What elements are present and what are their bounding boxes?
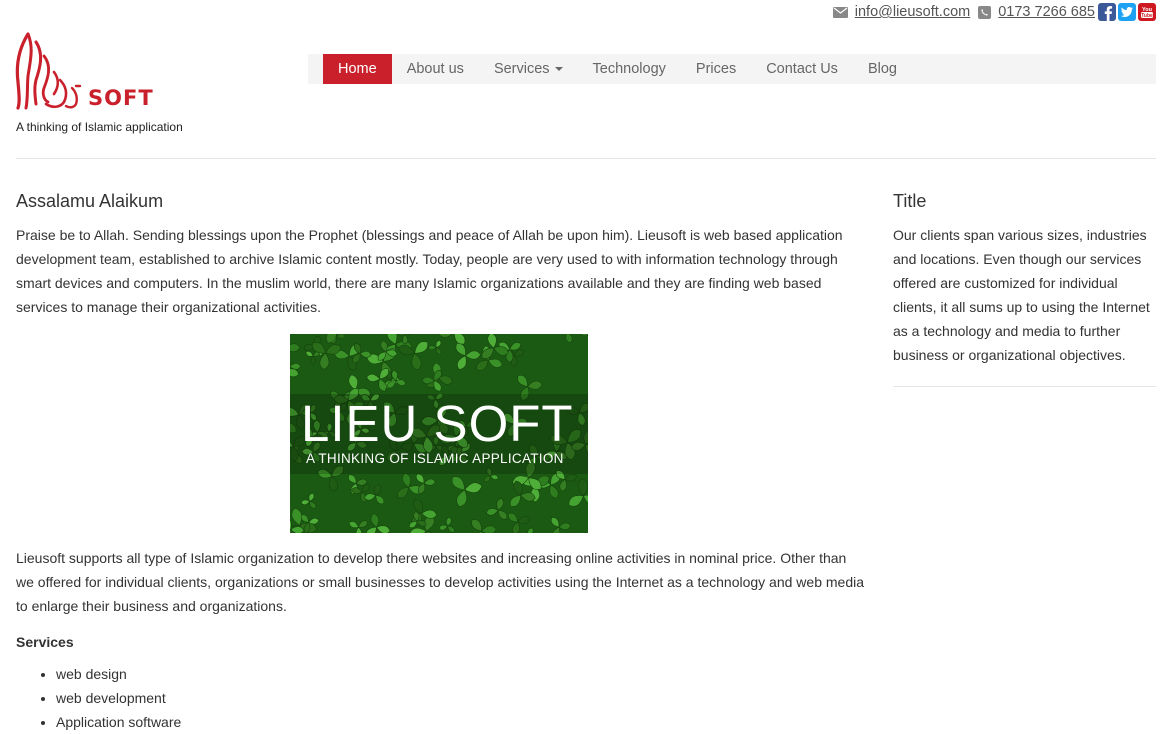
- email-link[interactable]: info@lieusoft.com: [855, 4, 970, 20]
- facebook-icon[interactable]: [1098, 3, 1116, 21]
- list-item: web development: [56, 686, 868, 710]
- intro-paragraph: Praise be to Allah. Sending blessings up…: [16, 227, 843, 315]
- page-heading: Assalamu Alaikum: [16, 191, 164, 211]
- list-item: web design: [56, 662, 868, 686]
- main-navbar: Home About us Services Technology Prices…: [308, 54, 1156, 84]
- contact-bar: info@lieusoft.com 0173 7266 685 You Tube: [832, 3, 1156, 21]
- nav-item-services[interactable]: Services: [479, 54, 578, 84]
- nav-label: Contact Us: [766, 61, 838, 77]
- caret-down-icon: [554, 67, 563, 72]
- hero-subtitle: A THINKING OF ISLAMIC APPLICATION: [306, 451, 564, 466]
- sidebar-title: Title: [893, 191, 927, 211]
- nav-label: Prices: [695, 61, 737, 77]
- svg-text:Tube: Tube: [1141, 13, 1153, 19]
- header-divider: [16, 158, 1156, 159]
- envelope-icon: [832, 6, 848, 18]
- nav-label: Technology: [592, 61, 666, 77]
- services-title: Services: [16, 634, 74, 650]
- logo[interactable]: SOFT: [14, 32, 174, 112]
- nav-item-contact-us[interactable]: Contact Us: [751, 54, 853, 84]
- nav-item-about-us[interactable]: About us: [392, 54, 479, 84]
- phone-link[interactable]: 0173 7266 685: [998, 4, 1095, 20]
- hero-image: LIEU SOFT A THINKING OF ISLAMIC APPLICAT…: [290, 334, 588, 533]
- sidebar-divider: [893, 386, 1156, 387]
- nav-item-blog[interactable]: Blog: [853, 54, 912, 84]
- nav-item-home[interactable]: Home: [323, 54, 392, 84]
- nav-item-technology[interactable]: Technology: [578, 54, 681, 84]
- nav-label: Home: [338, 61, 377, 77]
- social-links: You Tube: [1098, 3, 1156, 21]
- nav-item-prices[interactable]: Prices: [681, 54, 751, 84]
- nav-label: Blog: [867, 61, 897, 77]
- sidebar-text: Our clients span various sizes, industri…: [893, 227, 1150, 363]
- tagline: A thinking of Islamic application: [16, 120, 183, 134]
- logo-text: SOFT: [88, 86, 154, 110]
- hero-title: LIEU SOFT: [301, 395, 574, 452]
- body-paragraph: Lieusoft supports all type of Islamic or…: [16, 550, 865, 614]
- nav-label: About us: [406, 61, 464, 77]
- services-list: web design web development Application s…: [16, 662, 868, 734]
- nav-label: Services: [493, 61, 550, 77]
- main-content: Assalamu Alaikum Praise be to Allah. Sen…: [16, 188, 868, 734]
- list-item: Application software: [56, 710, 868, 734]
- twitter-icon[interactable]: [1118, 3, 1136, 21]
- phone-icon: [978, 5, 992, 19]
- youtube-icon[interactable]: You Tube: [1138, 3, 1156, 21]
- sidebar: Title Our clients span various sizes, in…: [893, 188, 1156, 387]
- nav-menu: Home About us Services Technology Prices…: [323, 54, 912, 84]
